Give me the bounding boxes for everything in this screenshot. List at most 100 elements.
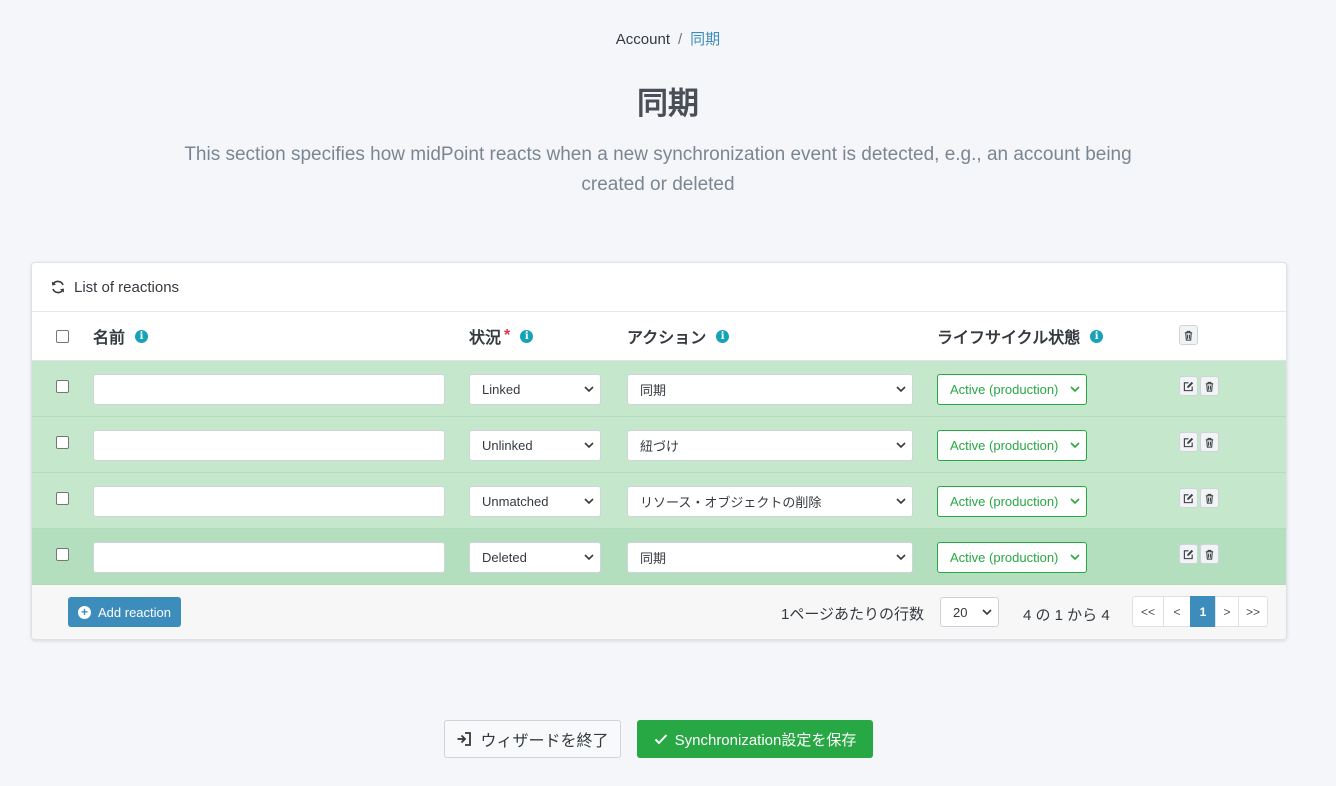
check-icon	[654, 734, 667, 745]
situation-value: Unmatched	[482, 494, 549, 509]
delete-row-button[interactable]	[1200, 488, 1219, 508]
column-lifecycle[interactable]: ライフサイクル状態 i	[937, 312, 1104, 360]
edit-button[interactable]	[1179, 376, 1198, 396]
trash-icon	[1205, 549, 1214, 560]
chevron-down-icon	[896, 386, 906, 393]
action-select[interactable]: 紐づけ	[627, 430, 913, 461]
row-checkbox[interactable]	[56, 548, 69, 561]
required-marker: *	[504, 327, 511, 344]
chevron-down-icon	[584, 442, 594, 449]
card-title: List of reactions	[74, 278, 180, 296]
column-situation-label: 状況	[469, 330, 502, 347]
chevron-down-icon	[896, 498, 906, 505]
delete-row-button[interactable]	[1200, 376, 1219, 396]
situation-value: Linked	[482, 382, 521, 397]
edit-icon	[1183, 381, 1194, 391]
page-first-button[interactable]: <<	[1132, 596, 1164, 627]
situation-select[interactable]: Unmatched	[469, 486, 601, 517]
name-input[interactable]	[93, 542, 445, 573]
table-row: Deleted 同期 Active (production)	[32, 529, 1286, 585]
breadcrumb: Account / 同期	[0, 28, 1336, 49]
info-icon[interactable]: i	[1090, 329, 1104, 343]
column-action[interactable]: アクション i	[627, 312, 730, 360]
select-all-checkbox[interactable]	[56, 330, 69, 343]
page-last-button[interactable]: >>	[1238, 596, 1268, 627]
chevron-down-icon	[584, 498, 594, 505]
delete-row-button[interactable]	[1200, 432, 1219, 452]
chevron-down-icon	[1070, 554, 1080, 561]
name-input[interactable]	[93, 374, 445, 405]
column-name[interactable]: 名前 i	[93, 312, 149, 360]
page-prev-button[interactable]: <	[1163, 596, 1191, 627]
situation-value: Deleted	[482, 550, 527, 565]
refresh-icon[interactable]	[50, 279, 66, 295]
info-icon[interactable]: i	[716, 329, 730, 343]
table-header: 名前 i 状況 * i アクション i ライフサイクル状態 i	[32, 312, 1286, 361]
lifecycle-value: Active (production)	[950, 382, 1059, 397]
info-icon[interactable]: i	[520, 329, 534, 343]
chevron-down-icon	[584, 554, 594, 561]
situation-value: Unlinked	[482, 438, 533, 453]
action-value: 同期	[640, 383, 667, 398]
action-select[interactable]: 同期	[627, 542, 913, 573]
breadcrumb-parent[interactable]: Account	[616, 31, 670, 48]
situation-select[interactable]: Linked	[469, 374, 601, 405]
page-current-button[interactable]: 1	[1190, 596, 1216, 627]
save-synchronization-label: Synchronization設定を保存	[674, 731, 857, 749]
save-synchronization-button[interactable]: Synchronization設定を保存	[637, 720, 873, 758]
column-name-label: 名前	[93, 330, 126, 347]
action-select[interactable]: 同期	[627, 374, 913, 405]
exit-icon	[457, 732, 472, 746]
table-row: Unmatched リソース・オブジェクトの削除 Active (product…	[32, 473, 1286, 529]
table-row: Linked 同期 Active (production)	[32, 361, 1286, 417]
chevron-down-icon	[1070, 442, 1080, 449]
chevron-down-icon	[1070, 386, 1080, 393]
chevron-down-icon	[896, 554, 906, 561]
lifecycle-value: Active (production)	[950, 550, 1059, 565]
column-action-label: アクション	[627, 330, 707, 347]
card-header: List of reactions	[32, 263, 1286, 312]
row-checkbox[interactable]	[56, 492, 69, 505]
trash-icon	[1205, 493, 1214, 504]
rows-per-page-label: 1ページあたりの行数	[781, 606, 925, 623]
edit-button[interactable]	[1179, 544, 1198, 564]
page-title: 同期	[637, 86, 699, 121]
page-size-select[interactable]: 20	[940, 597, 999, 627]
chevron-down-icon	[584, 386, 594, 393]
situation-select[interactable]: Unlinked	[469, 430, 601, 461]
lifecycle-select[interactable]: Active (production)	[937, 542, 1087, 573]
lifecycle-select[interactable]: Active (production)	[937, 374, 1087, 405]
lifecycle-select[interactable]: Active (production)	[937, 486, 1087, 517]
breadcrumb-current[interactable]: 同期	[690, 31, 720, 48]
page-next-button[interactable]: >	[1215, 596, 1239, 627]
column-lifecycle-label: ライフサイクル状態	[937, 330, 1081, 347]
add-reaction-button[interactable]: + Add reaction	[68, 597, 181, 627]
row-checkbox[interactable]	[56, 380, 69, 393]
row-checkbox[interactable]	[56, 436, 69, 449]
breadcrumb-separator: /	[678, 31, 683, 48]
name-input[interactable]	[93, 430, 445, 461]
action-select[interactable]: リソース・オブジェクトの削除	[627, 486, 913, 517]
situation-select[interactable]: Deleted	[469, 542, 601, 573]
exit-wizard-label: ウィザードを終了	[480, 733, 609, 750]
page-size-value: 20	[953, 604, 968, 620]
action-value: 同期	[640, 551, 667, 566]
table-footer: + Add reaction 1ページあたりの行数 20 4 の 1 から 4 …	[32, 585, 1286, 639]
info-icon[interactable]: i	[135, 329, 149, 343]
edit-button[interactable]	[1179, 488, 1198, 508]
column-situation[interactable]: 状況 * i	[469, 312, 534, 360]
name-input[interactable]	[93, 486, 445, 517]
edit-icon	[1183, 493, 1194, 503]
delete-row-button[interactable]	[1200, 544, 1219, 564]
edit-icon	[1183, 437, 1194, 447]
page-description: This section specifies how midPoint reac…	[184, 144, 1132, 195]
edit-button[interactable]	[1179, 432, 1198, 452]
lifecycle-select[interactable]: Active (production)	[937, 430, 1087, 461]
exit-wizard-button[interactable]: ウィザードを終了	[444, 720, 621, 758]
lifecycle-value: Active (production)	[950, 438, 1059, 453]
pagination: << < 1 > >>	[1132, 596, 1268, 627]
action-value: リソース・オブジェクトの削除	[640, 495, 822, 510]
table-row: Unlinked 紐づけ Active (production)	[32, 417, 1286, 473]
delete-selected-button[interactable]	[1179, 325, 1198, 345]
add-reaction-label: Add reaction	[98, 604, 171, 620]
